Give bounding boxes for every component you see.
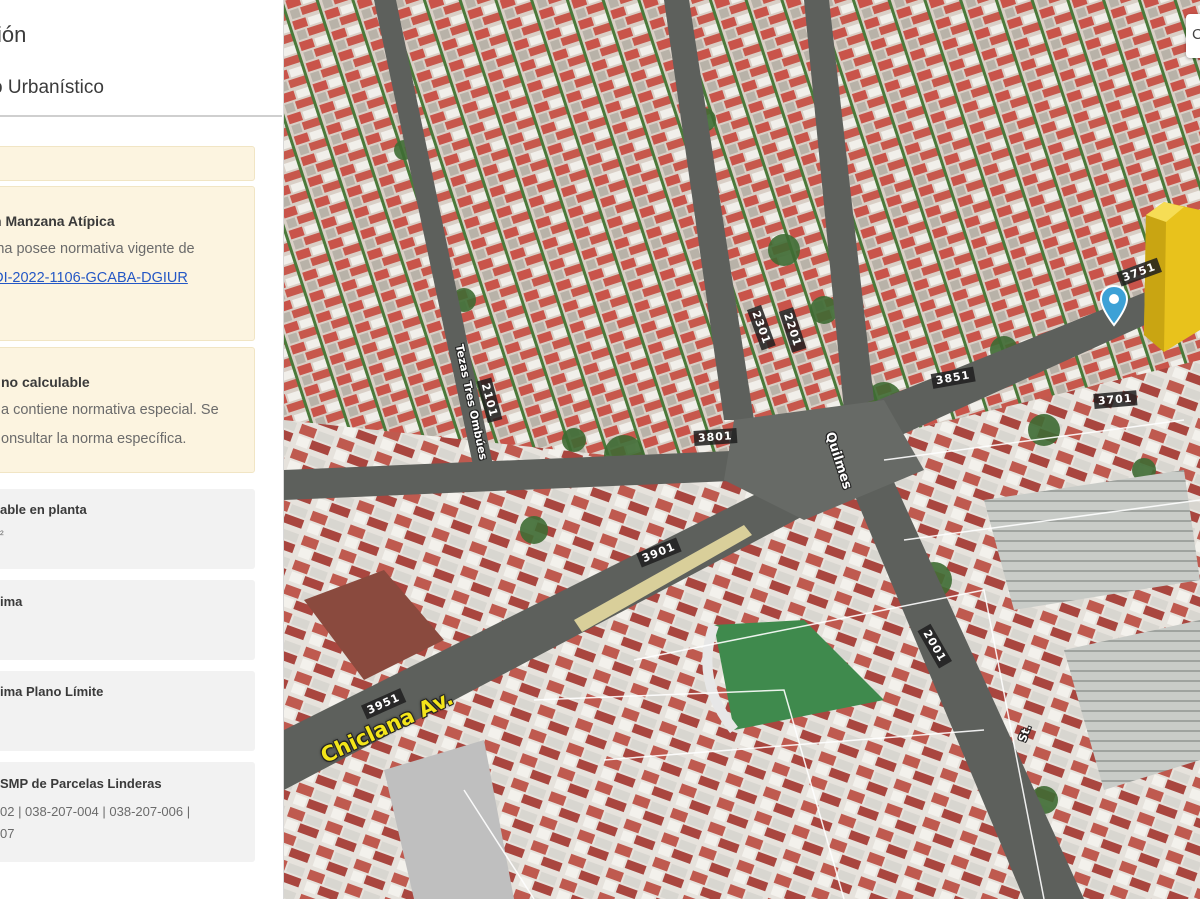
location-pin-icon[interactable]	[1099, 285, 1129, 327]
info-panel: ción o Urbanístico n Manzana Atípica zan…	[0, 0, 284, 899]
edificable-heading: able en planta	[0, 502, 87, 517]
warning-banner	[0, 146, 255, 181]
plano-limite-heading: ima Plano Límite	[0, 684, 104, 699]
manzana-atipica-text: zana posee normativa vigente de	[0, 241, 195, 257]
no-calculable-text: a contiene normativa especial. Se	[1, 402, 219, 418]
manzana-atipica-heading: n Manzana Atípica	[0, 213, 115, 229]
edificable-card: able en planta ²	[0, 489, 255, 569]
edificable-value: ²	[0, 529, 4, 541]
no-calculable-card: no calculable a contiene normativa espec…	[0, 347, 255, 473]
panel-title: ción	[0, 22, 27, 47]
parcelas-linderas-heading: SMP de Parcelas Linderas	[0, 776, 162, 791]
no-calculable-heading: no calculable	[1, 374, 90, 390]
no-calculable-text-2: onsultar la norma específica.	[1, 431, 187, 447]
address-number: 3801	[693, 428, 738, 446]
manzana-atipica-card: n Manzana Atípica zana posee normativa v…	[0, 186, 255, 341]
altura-maxima-heading: ima	[0, 594, 23, 609]
parcelas-linderas-list-2: 07	[0, 826, 15, 841]
normativa-link[interactable]: DI-2022-1106-GCABA-DGIUR	[0, 270, 188, 286]
aerial-imagery	[284, 0, 1200, 899]
panel-divider	[0, 115, 282, 117]
manzana-atipica-text-2: a DI-2022-1106-GCABA-DGIUR	[0, 264, 188, 293]
map-3d-view[interactable]: Chiclana Av. Quilmes Tezas Tres Ombúes S…	[284, 0, 1200, 899]
altura-maxima-card: ima	[0, 580, 255, 660]
parcelas-linderas-list: 02 | 038-207-004 | 038-207-006 |	[0, 804, 191, 819]
panel-subtitle: o Urbanístico	[0, 77, 104, 98]
parcelas-linderas-card: SMP de Parcelas Linderas 02 | 038-207-00…	[0, 762, 255, 862]
plano-limite-card: ima Plano Límite	[0, 671, 255, 751]
map-control-button[interactable]: C	[1186, 14, 1200, 58]
